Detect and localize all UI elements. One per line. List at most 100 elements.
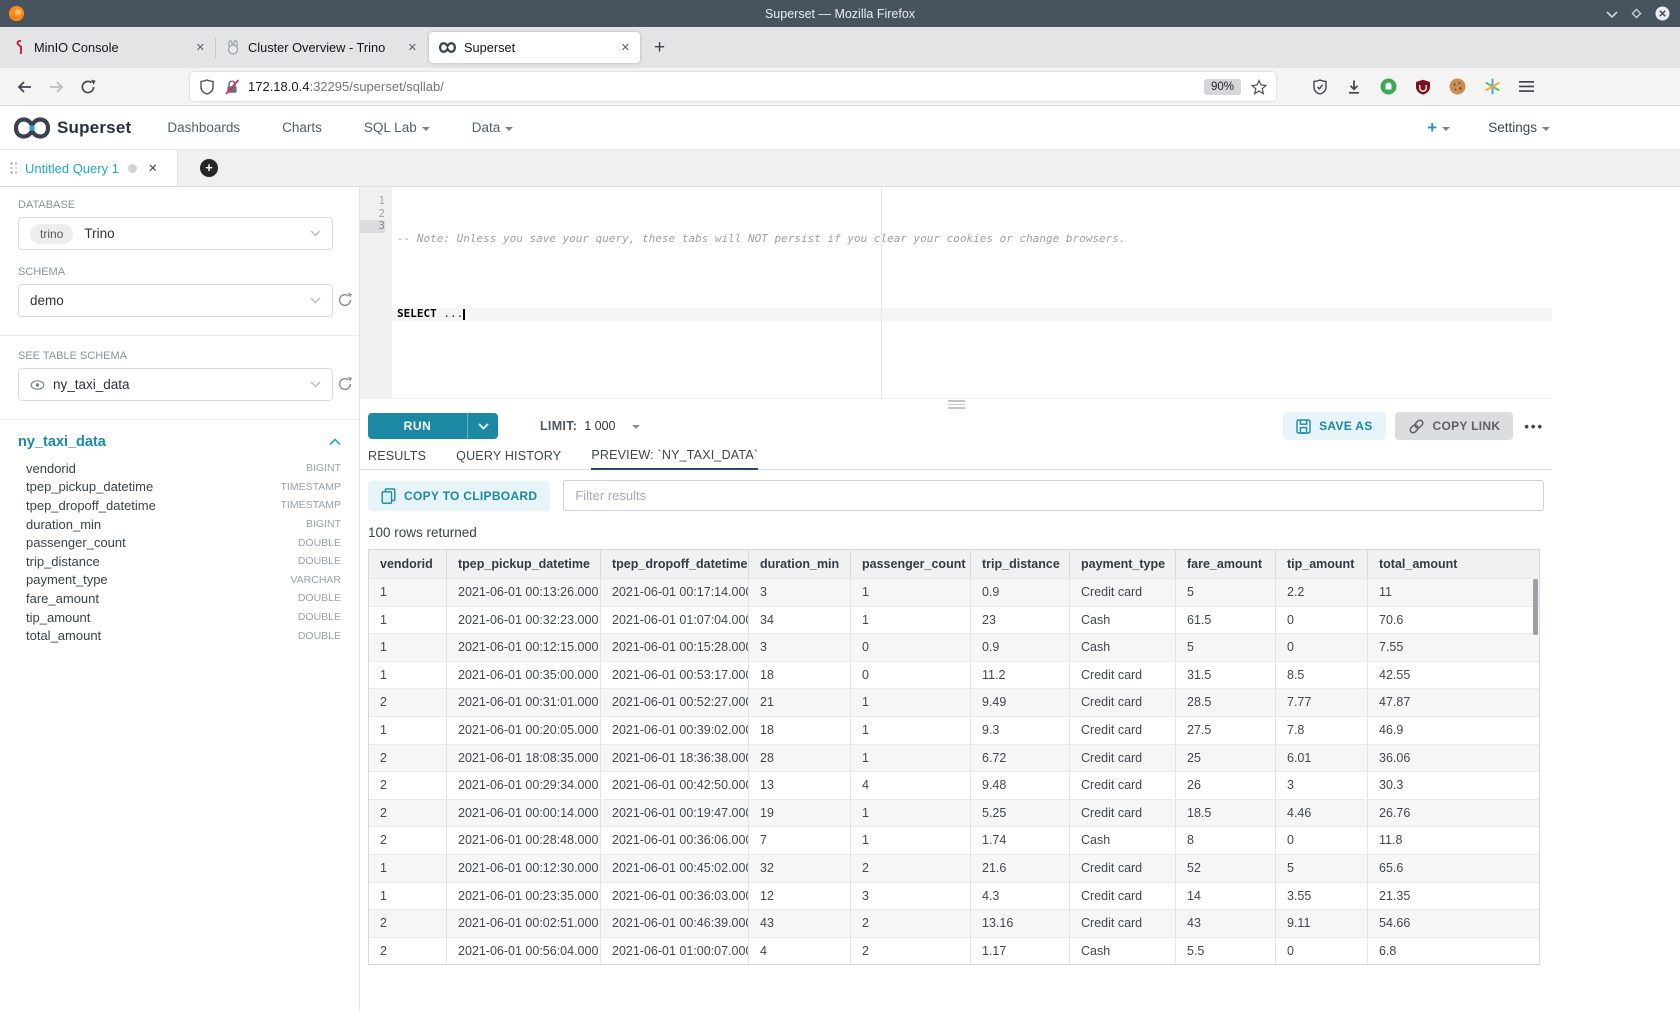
insecure-lock-icon[interactable] xyxy=(224,79,240,95)
column-header[interactable]: tpep_pickup_datetime xyxy=(447,550,601,578)
sqllab-sidebar: DATABASE trino Trino SCHEMA demo SEE TAB… xyxy=(0,187,360,1011)
sql-editor[interactable]: 1 2 3 -- Note: Unless you save your quer… xyxy=(360,187,1552,399)
browser-tab-minio[interactable]: MinIO Console ✕ xyxy=(4,27,215,68)
table-row: 22021-06-01 18:08:35.0002021-06-01 18:36… xyxy=(369,744,1539,772)
table-cell: 3.55 xyxy=(1276,883,1368,910)
pane-resize-handle[interactable] xyxy=(360,399,1552,410)
column-header[interactable]: total_amount xyxy=(1368,550,1539,578)
more-actions-button[interactable]: ••• xyxy=(1524,419,1544,434)
schema-select[interactable]: demo xyxy=(18,284,333,317)
add-query-tab-button[interactable]: + xyxy=(200,159,218,177)
table-cell: Credit card xyxy=(1070,689,1176,716)
run-button-label: RUN xyxy=(368,413,468,439)
url-bar[interactable]: 172.18.0.4:32295/superset/sqllab/ 90% xyxy=(190,72,1276,101)
tab-results[interactable]: RESULTS xyxy=(368,442,426,470)
table-value: ny_taxi_data xyxy=(53,377,130,392)
table-select[interactable]: ny_taxi_data xyxy=(18,368,333,401)
table-cell: Credit card xyxy=(1070,662,1176,689)
table-scrollbar-thumb[interactable] xyxy=(1533,579,1538,635)
bookmark-star-icon[interactable] xyxy=(1251,79,1267,95)
filter-results-input[interactable] xyxy=(563,480,1544,511)
column-header[interactable]: tpep_dropoff_datetime xyxy=(601,550,749,578)
column-header[interactable]: tip_amount xyxy=(1276,550,1368,578)
tab-query-history[interactable]: QUERY HISTORY xyxy=(456,442,561,470)
cookie-extension-icon[interactable] xyxy=(1449,78,1466,95)
reload-button[interactable] xyxy=(72,79,104,95)
tracking-shield-icon[interactable] xyxy=(199,79,215,95)
table-column-row[interactable]: tpep_pickup_datetimeTIMESTAMP xyxy=(26,478,341,497)
table-column-row[interactable]: trip_distanceDOUBLE xyxy=(26,552,341,571)
column-header[interactable]: trip_distance xyxy=(971,550,1070,578)
editor-gutter: 1 2 3 xyxy=(360,187,392,398)
table-cell: 1 xyxy=(851,579,971,606)
table-column-row[interactable]: duration_minBIGINT xyxy=(26,515,341,534)
query-tab-close-icon[interactable]: ✕ xyxy=(148,161,158,175)
limit-dropdown[interactable]: LIMIT: 1 000 xyxy=(540,419,640,433)
refresh-schemas-icon[interactable] xyxy=(337,292,353,308)
table-column-row[interactable]: vendoridBIGINT xyxy=(26,459,341,478)
column-header[interactable]: vendorid xyxy=(369,550,447,578)
table-schema-title[interactable]: ny_taxi_data xyxy=(18,434,106,450)
table-row: 22021-06-01 00:28:48.0002021-06-01 00:36… xyxy=(369,826,1539,854)
column-header[interactable]: fare_amount xyxy=(1176,550,1276,578)
nav-data[interactable]: Data xyxy=(472,120,514,135)
editor-code-area[interactable]: -- Note: Unless you save your query, the… xyxy=(392,187,1552,398)
browser-tab-trino[interactable]: Cluster Overview - Trino ✕ xyxy=(216,27,427,68)
window-close-icon[interactable] xyxy=(1655,6,1670,21)
column-header[interactable]: duration_min xyxy=(749,550,851,578)
refresh-tables-icon[interactable] xyxy=(337,376,353,392)
table-column-row[interactable]: fare_amountDOUBLE xyxy=(26,589,341,608)
browser-tab-superset[interactable]: Superset ✕ xyxy=(429,32,640,63)
table-cell: 1 xyxy=(851,827,971,854)
download-icon[interactable] xyxy=(1346,79,1362,95)
print-margin-line xyxy=(881,187,882,398)
table-column-row[interactable]: payment_typeVARCHAR xyxy=(26,571,341,590)
table-column-row[interactable]: tpep_dropoff_datetimeTIMESTAMP xyxy=(26,496,341,515)
back-button[interactable] xyxy=(8,79,40,95)
tab-close-icon[interactable]: ✕ xyxy=(408,41,417,54)
window-maximize-icon[interactable] xyxy=(1631,8,1642,19)
window-minimize-icon[interactable] xyxy=(1606,10,1618,18)
new-browser-tab-button[interactable]: + xyxy=(654,37,665,59)
database-select[interactable]: trino Trino xyxy=(18,217,333,250)
column-name: tpep_pickup_datetime xyxy=(26,479,153,494)
settings-menu[interactable]: Settings xyxy=(1488,120,1550,135)
collapse-chevron-icon[interactable] xyxy=(329,438,341,446)
table-cell: 52 xyxy=(1176,855,1276,882)
column-name: payment_type xyxy=(26,572,108,587)
forward-button[interactable] xyxy=(40,79,72,95)
drag-handle-icon[interactable] xyxy=(10,162,17,174)
tab-preview[interactable]: PREVIEW: `NY_TAXI_DATA` xyxy=(591,442,758,470)
tab-close-icon[interactable]: ✕ xyxy=(196,41,205,54)
nav-sql-lab[interactable]: SQL Lab xyxy=(364,120,430,135)
copy-to-clipboard-button[interactable]: COPY TO CLIPBOARD xyxy=(368,481,550,511)
table-cell: 1 xyxy=(369,883,447,910)
table-cell: Credit card xyxy=(1070,855,1176,882)
table-cell: Credit card xyxy=(1070,717,1176,744)
run-button[interactable]: RUN xyxy=(368,413,498,439)
table-cell: 12 xyxy=(749,883,851,910)
adguard-extension-icon[interactable] xyxy=(1484,78,1501,95)
table-cell: 18 xyxy=(749,662,851,689)
run-options-chevron-icon[interactable] xyxy=(468,413,498,439)
nav-dashboards[interactable]: Dashboards xyxy=(167,120,240,135)
table-cell: 2 xyxy=(369,689,447,716)
zoom-level-badge[interactable]: 90% xyxy=(1204,79,1241,95)
save-as-label: SAVE AS xyxy=(1319,419,1372,433)
chevron-down-icon xyxy=(1442,127,1450,131)
table-column-row[interactable]: tip_amountDOUBLE xyxy=(26,608,341,627)
tab-close-icon[interactable]: ✕ xyxy=(621,41,630,54)
column-header[interactable]: passenger_count xyxy=(851,550,971,578)
table-column-row[interactable]: passenger_countDOUBLE xyxy=(26,533,341,552)
hamburger-menu-icon[interactable] xyxy=(1519,80,1534,93)
query-tab-active[interactable]: Untitled Query 1 ✕ xyxy=(0,150,178,186)
ghostery-extension-icon[interactable] xyxy=(1380,78,1397,95)
copy-link-button[interactable]: COPY LINK xyxy=(1395,412,1514,440)
ublock-extension-icon[interactable] xyxy=(1415,79,1431,95)
new-item-button[interactable]: + xyxy=(1427,118,1450,138)
column-header[interactable]: payment_type xyxy=(1070,550,1176,578)
save-as-button[interactable]: SAVE AS xyxy=(1283,412,1385,440)
table-column-row[interactable]: total_amountDOUBLE xyxy=(26,626,341,645)
nav-charts[interactable]: Charts xyxy=(282,120,322,135)
password-shield-icon[interactable] xyxy=(1312,79,1328,95)
